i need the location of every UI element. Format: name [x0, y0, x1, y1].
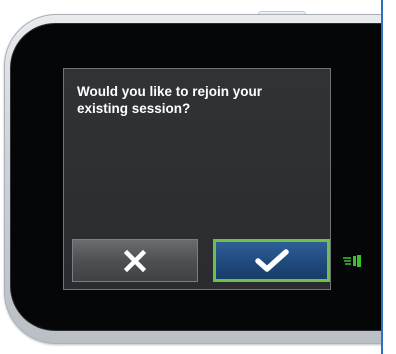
rejoin-session-prompt: Would you like to rejoin your existing s…: [77, 83, 313, 117]
hand-pointer-icon: [342, 254, 362, 268]
prompt-line: existing session?: [77, 101, 191, 116]
confirm-button[interactable]: [213, 239, 330, 282]
device-screen: Would you like to rejoin your existing s…: [63, 68, 331, 290]
cancel-button[interactable]: [72, 239, 198, 282]
prompt-line: Would you like to rejoin your: [77, 84, 263, 99]
device-scene: Would you like to rejoin your existing s…: [0, 0, 396, 354]
page-edge-panel: [381, 0, 396, 354]
checkmark-icon: [254, 248, 289, 273]
close-x-icon: [124, 249, 146, 272]
